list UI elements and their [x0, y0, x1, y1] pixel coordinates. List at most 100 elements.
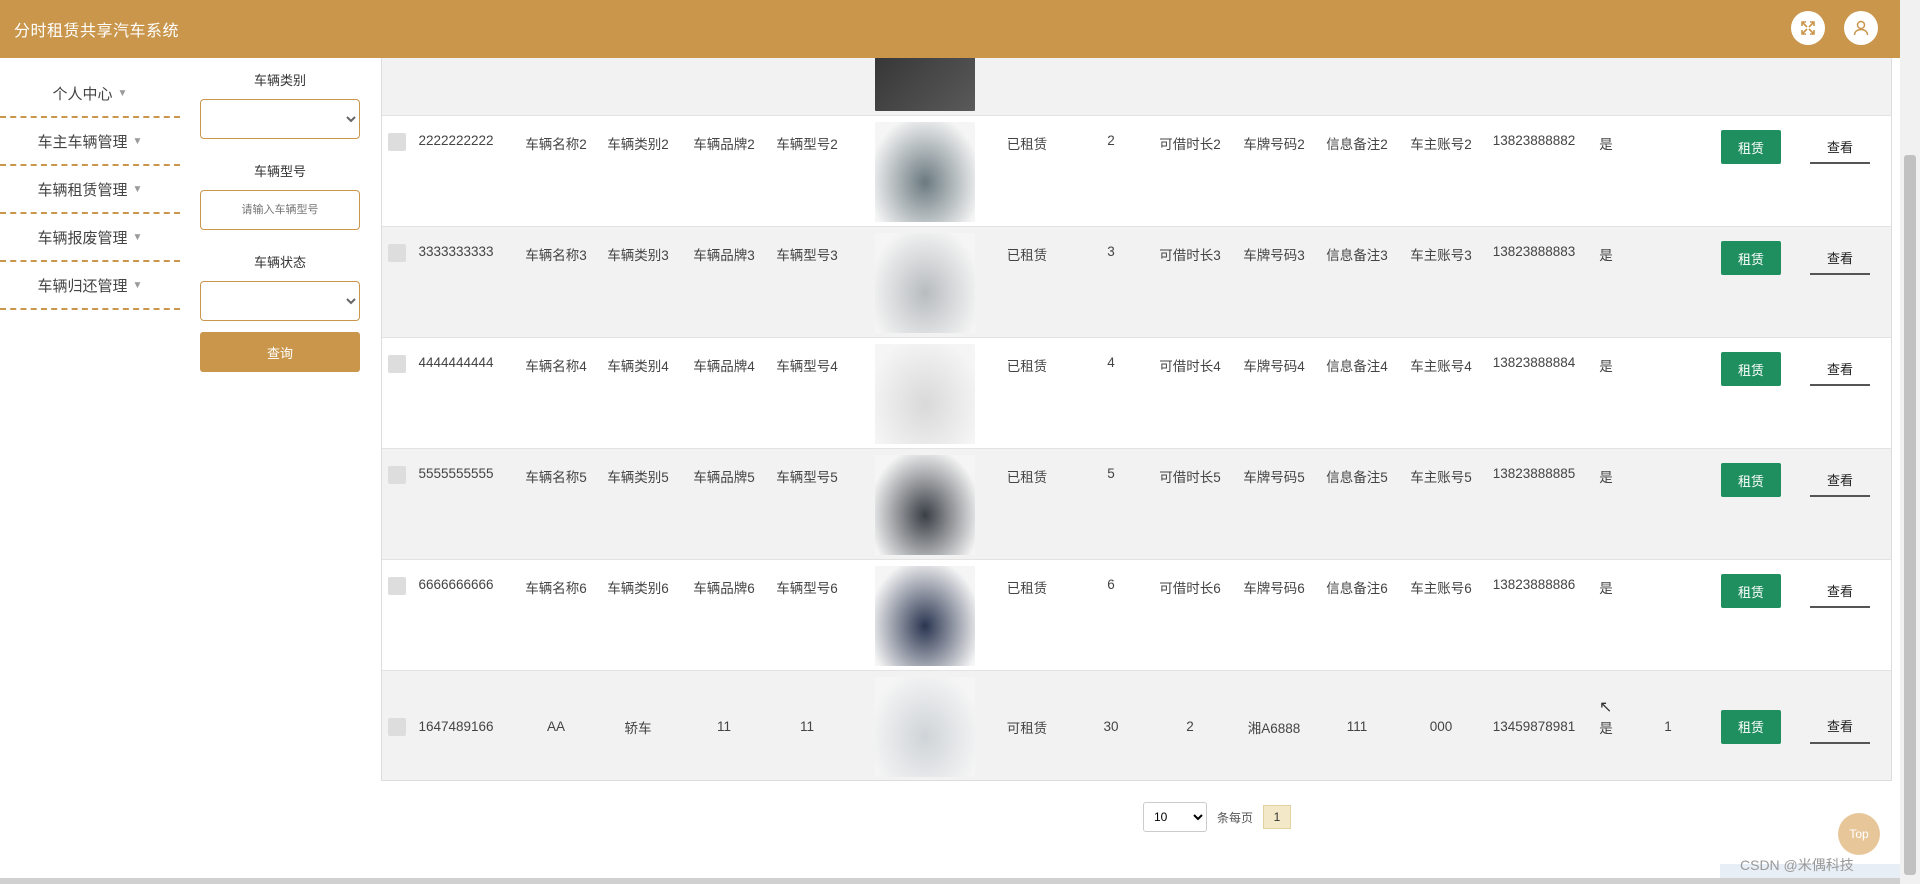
cell-id: 1647489166 — [418, 719, 494, 734]
cell-flag: 是 — [1599, 137, 1613, 152]
vehicle-table: 2222222222 车辆名称2 车辆类别2 车辆品牌2 车辆型号2 已租赁 2 可借时长2 车… — [381, 58, 1892, 781]
rent-button[interactable]: 租赁 — [1721, 241, 1781, 275]
caret-down-icon: ▼ — [132, 231, 143, 243]
cell-brand: 车辆品牌2 — [693, 137, 755, 152]
query-button[interactable]: 查询 — [200, 332, 360, 372]
category-select[interactable] — [200, 99, 360, 139]
car-image — [875, 565, 975, 666]
view-button[interactable]: 查看 — [1810, 241, 1870, 275]
view-button[interactable]: 查看 — [1810, 710, 1870, 744]
back-to-top-button[interactable]: Top — [1838, 813, 1880, 855]
sidebar-item-personal-center[interactable]: 个人中心 ▼ — [0, 70, 180, 118]
horizontal-scrollbar[interactable] — [0, 878, 1900, 884]
cell-price: 30 — [1103, 719, 1119, 734]
cell-plate: 车牌号码5 — [1243, 470, 1305, 485]
table-row: 4444444444 车辆名称4 车辆类别4 车辆品牌4 车辆型号4 已租赁 4 可借时长4 车… — [382, 338, 1891, 449]
cell-category: 车辆类别4 — [607, 359, 669, 374]
status-select[interactable] — [200, 281, 360, 321]
car-image — [875, 232, 975, 333]
sidebar-item-rental[interactable]: 车辆租赁管理 ▼ — [0, 166, 180, 214]
car-image — [875, 343, 975, 444]
cell-status: 可租赁 — [1006, 720, 1048, 736]
cell-duration: 2 — [1186, 719, 1194, 734]
cell-category: 车辆类别5 — [607, 470, 669, 485]
sidebar-item-label: 车主车辆管理 — [37, 133, 128, 151]
cell-id: 5555555555 — [418, 466, 494, 481]
table-row: 1647489166 AA 轿车 11 11 可租赁 30 2 湘A6888 111 000 1345… — [382, 671, 1891, 780]
cell-note: 信息备注6 — [1326, 581, 1388, 596]
cell-name: AA — [546, 719, 565, 734]
rent-button[interactable]: 租赁 — [1721, 574, 1781, 608]
view-button[interactable]: 查看 — [1810, 130, 1870, 164]
cell-owner: 车主账号5 — [1410, 470, 1472, 485]
mouse-cursor-icon: ↖ — [1599, 699, 1613, 716]
car-image — [875, 121, 975, 222]
model-input[interactable] — [200, 190, 360, 230]
cell-plate: 车牌号码2 — [1243, 137, 1305, 152]
cell-id: 6666666666 — [418, 577, 494, 592]
view-button[interactable]: 查看 — [1810, 463, 1870, 497]
cell-model: 车辆型号3 — [776, 248, 838, 263]
sidebar-item-label: 车辆报废管理 — [37, 229, 128, 247]
cell-flag: 是 — [1599, 359, 1613, 374]
caret-down-icon: ▼ — [117, 87, 128, 99]
cell-phone: 13823888882 — [1492, 133, 1576, 148]
cell-model: 车辆型号6 — [776, 581, 838, 596]
view-button[interactable]: 查看 — [1810, 352, 1870, 386]
cell-brand: 11 — [716, 719, 731, 734]
per-page-label: 条每页 — [1217, 810, 1254, 825]
cell-name: 车辆名称4 — [525, 359, 587, 374]
sidebar: 个人中心 ▼ 车主车辆管理 ▼ 车辆租赁管理 ▼ 车辆报废管理 ▼ 车辆归还管理 ▼ — [0, 70, 180, 310]
sidebar-item-owner-vehicles[interactable]: 车主车辆管理 ▼ — [0, 118, 180, 166]
cell-owner: 车主账号3 — [1410, 248, 1472, 263]
page-scrollbar[interactable] — [1900, 0, 1920, 884]
cell-model: 11 — [799, 719, 814, 734]
table-row-partial — [382, 58, 1891, 116]
cell-note: 信息备注2 — [1326, 137, 1388, 152]
cell-duration: 可借时长3 — [1159, 248, 1221, 263]
status-label: 车辆状态 — [253, 255, 306, 270]
cell-flag: 是 — [1599, 581, 1613, 596]
view-button[interactable]: 查看 — [1810, 574, 1870, 608]
caret-down-icon: ▼ — [132, 183, 143, 195]
cell-category: 车辆类别3 — [607, 248, 669, 263]
page-button[interactable]: 1 — [1263, 805, 1292, 829]
sidebar-item-return[interactable]: 车辆归还管理 ▼ — [0, 262, 180, 310]
cell-duration: 可借时长2 — [1159, 137, 1221, 152]
scrollbar-thumb[interactable] — [1904, 155, 1916, 875]
rent-button[interactable]: 租赁 — [1721, 352, 1781, 386]
cell-note: 信息备注4 — [1326, 359, 1388, 374]
cell-price: 4 — [1107, 355, 1115, 370]
cell-extra — [1644, 560, 1692, 671]
rent-button[interactable]: 租赁 — [1721, 709, 1781, 744]
rent-button[interactable]: 租赁 — [1721, 463, 1781, 497]
cell-flag: 是 — [1599, 470, 1613, 485]
page-size-select[interactable]: 10 — [1143, 802, 1207, 832]
search-panel: 车辆类别 车辆型号 车辆状态 查询 — [200, 58, 360, 372]
cell-model: 车辆型号2 — [776, 137, 838, 152]
sidebar-item-scrap[interactable]: 车辆报废管理 ▼ — [0, 214, 180, 262]
sidebar-item-label: 车辆租赁管理 — [37, 181, 128, 199]
cell-price: 3 — [1107, 244, 1115, 259]
cell-brand: 车辆品牌4 — [693, 359, 755, 374]
sidebar-item-label: 车辆归还管理 — [37, 277, 128, 295]
table-row: 5555555555 车辆名称5 车辆类别5 车辆品牌5 车辆型号5 已租赁 5 可借时长5 车… — [382, 449, 1891, 560]
cell-id: 3333333333 — [418, 244, 494, 259]
cell-status: 已租赁 — [1006, 581, 1048, 596]
sidebar-item-label: 个人中心 — [52, 85, 113, 103]
model-label: 车辆型号 — [253, 164, 306, 179]
cell-plate: 车牌号码3 — [1243, 248, 1305, 263]
fullscreen-icon[interactable] — [1791, 11, 1825, 45]
cell-price: 6 — [1107, 577, 1115, 592]
user-icon[interactable] — [1844, 11, 1878, 45]
cell-owner: 车主账号6 — [1410, 581, 1472, 596]
caret-down-icon: ▼ — [132, 135, 143, 147]
table-row: 3333333333 车辆名称3 车辆类别3 车辆品牌3 车辆型号3 已租赁 3 可借时长3 车… — [382, 227, 1891, 338]
cell-brand: 车辆品牌6 — [693, 581, 755, 596]
cell-category: 轿车 — [624, 720, 652, 736]
cell-owner: 000 — [1429, 719, 1453, 734]
category-label: 车辆类别 — [253, 73, 306, 88]
cell-price: 5 — [1107, 466, 1115, 481]
rent-button[interactable]: 租赁 — [1721, 130, 1781, 164]
cell-note: 信息备注3 — [1326, 248, 1388, 263]
